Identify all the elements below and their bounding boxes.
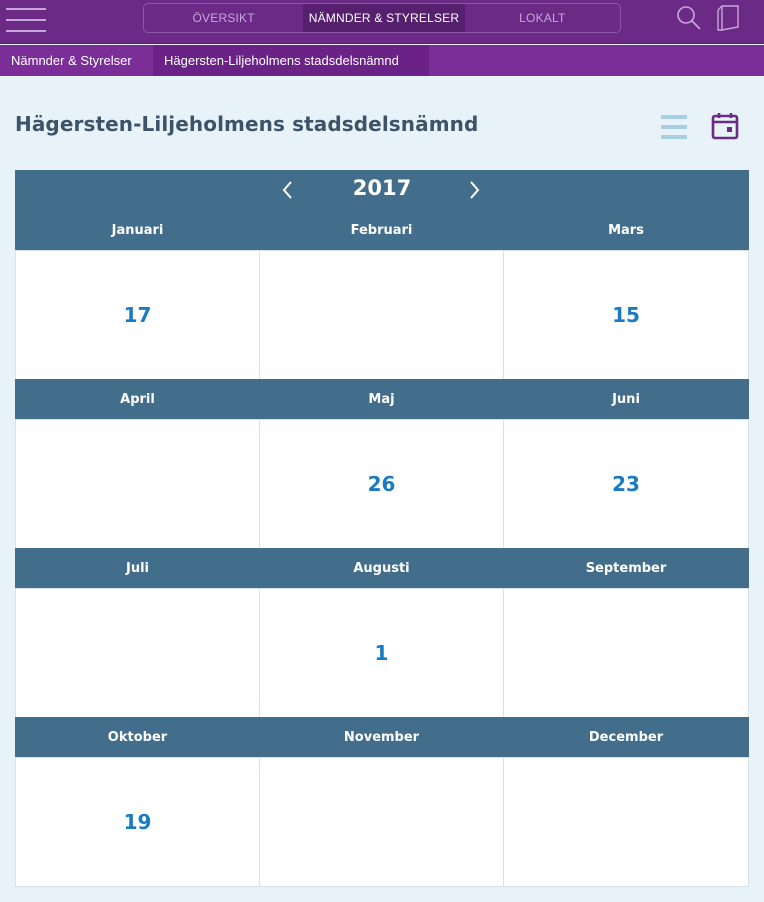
month-cell[interactable]: 23 [503, 419, 749, 549]
month-cell[interactable]: 17 [15, 250, 260, 380]
month-header: Januari [15, 210, 260, 250]
breadcrumb: Nämnder & Styrelser Hägersten-Liljeholme… [0, 45, 764, 76]
meeting-day-link[interactable]: 15 [612, 303, 640, 327]
page-title: Hägersten-Liljeholmens stadsdelsnämnd [15, 112, 479, 136]
month-header: September [503, 548, 749, 588]
month-header: April [15, 379, 260, 419]
month-header: Juli [15, 548, 260, 588]
meeting-day-link[interactable]: 1 [375, 641, 389, 665]
tab-namnder-styrelser[interactable]: NÄMNDER & STYRELSER [303, 4, 465, 32]
month-header: November [259, 717, 504, 757]
month-header: Oktober [15, 717, 260, 757]
month-cell[interactable]: 19 [15, 757, 260, 887]
meeting-day-link[interactable]: 26 [368, 472, 396, 496]
tab-oversikt[interactable]: ÖVERSIKT [144, 4, 303, 32]
month-header: Mars [503, 210, 749, 250]
year-header: 2017 [15, 170, 749, 210]
breadcrumb-item-current[interactable]: Hägersten-Liljeholmens stadsdelsnämnd [153, 45, 429, 76]
chevron-right-icon[interactable] [467, 179, 481, 201]
month-cell[interactable] [503, 588, 749, 718]
breadcrumb-item-namnder[interactable]: Nämnder & Styrelser [0, 45, 153, 76]
search-icon[interactable] [676, 5, 702, 31]
month-cell[interactable] [259, 757, 504, 887]
list-view-icon[interactable] [661, 115, 687, 139]
year-calendar: 2017 Januari 17 Februari Mars 15 April Maj 26 Ju… [15, 170, 749, 887]
year-label: 2017 [352, 176, 412, 200]
month-cell[interactable]: 1 [259, 588, 504, 718]
month-header: Maj [259, 379, 504, 419]
month-cell[interactable] [15, 588, 260, 718]
month-cell[interactable] [15, 419, 260, 549]
month-cell[interactable] [503, 757, 749, 887]
tab-lokalt[interactable]: LOKALT [465, 4, 620, 32]
calendar-view-icon[interactable] [711, 112, 739, 140]
main-tabs: ÖVERSIKT NÄMNDER & STYRELSER LOKALT [143, 3, 621, 33]
month-header: Juni [503, 379, 749, 419]
meeting-day-link[interactable]: 17 [124, 303, 152, 327]
month-header: Februari [259, 210, 504, 250]
top-navigation-bar: ÖVERSIKT NÄMNDER & STYRELSER LOKALT [0, 0, 764, 44]
hamburger-menu-icon[interactable] [6, 6, 46, 34]
month-cell[interactable] [259, 250, 504, 380]
book-icon[interactable] [716, 5, 740, 31]
month-header: December [503, 717, 749, 757]
meeting-day-link[interactable]: 23 [612, 472, 640, 496]
month-cell[interactable]: 15 [503, 250, 749, 380]
month-cell[interactable]: 26 [259, 419, 504, 549]
meeting-day-link[interactable]: 19 [124, 810, 152, 834]
month-header: Augusti [259, 548, 504, 588]
